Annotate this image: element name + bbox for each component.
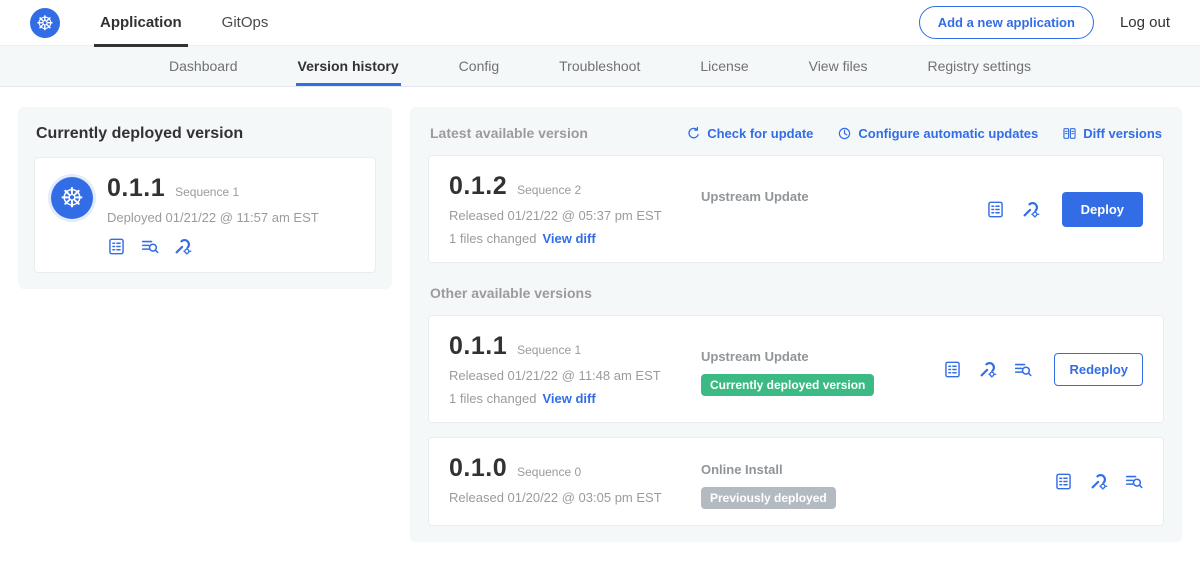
currently-deployed-badge: Currently deployed version <box>701 374 874 396</box>
deployed-version-card: ☸ 0.1.1 Sequence 1 Deployed 01/21/22 @ 1… <box>34 157 376 273</box>
deployed-sequence-label: Sequence 1 <box>175 185 239 199</box>
add-application-button[interactable]: Add a new application <box>919 6 1094 39</box>
configure-automatic-updates-label: Configure automatic updates <box>858 126 1038 141</box>
version-source-label: Upstream Update <box>701 349 941 364</box>
logs-icon[interactable] <box>1124 472 1143 491</box>
previously-deployed-badge: Previously deployed <box>701 487 836 509</box>
refresh-icon <box>686 126 701 141</box>
deployed-panel-title: Currently deployed version <box>36 125 374 143</box>
clock-icon <box>837 126 852 141</box>
version-history-panel: Latest available version Check for updat… <box>410 107 1182 542</box>
config-icon[interactable] <box>173 237 192 256</box>
diff-versions-link[interactable]: Diff versions <box>1062 126 1162 141</box>
files-changed-label: 1 files changed <box>449 231 536 246</box>
deployed-version-number: 0.1.1 <box>107 174 165 203</box>
files-changed-label: 1 files changed <box>449 391 536 406</box>
version-row-0.1.0: 0.1.0 Sequence 0 Released 01/20/22 @ 03:… <box>428 437 1164 526</box>
sequence-label: Sequence 2 <box>517 183 581 197</box>
subnav-item-config[interactable]: Config <box>457 46 501 86</box>
logs-icon[interactable] <box>140 237 159 256</box>
config-icon[interactable] <box>978 360 997 379</box>
version-row-0.1.1: 0.1.1 Sequence 1 Released 01/21/22 @ 11:… <box>428 315 1164 423</box>
kubernetes-logo-icon: ☸ <box>30 8 60 38</box>
view-diff-link[interactable]: View diff <box>542 391 595 406</box>
release-notes-icon[interactable] <box>986 200 1005 219</box>
tab-gitops[interactable]: GitOps <box>216 0 275 46</box>
config-icon[interactable] <box>1089 472 1108 491</box>
release-notes-icon[interactable] <box>1054 472 1073 491</box>
diff-versions-label: Diff versions <box>1083 126 1162 141</box>
subnav-item-dashboard[interactable]: Dashboard <box>167 46 240 86</box>
version-source-label: Upstream Update <box>701 189 941 204</box>
currently-deployed-panel: Currently deployed version ☸ 0.1.1 Seque… <box>18 107 392 289</box>
configure-automatic-updates-link[interactable]: Configure automatic updates <box>837 126 1038 141</box>
subnav: Dashboard Version history Config Trouble… <box>0 46 1200 87</box>
logs-icon[interactable] <box>1013 360 1032 379</box>
released-date: Released 01/21/22 @ 11:48 am EST <box>449 368 701 383</box>
main-content: Currently deployed version ☸ 0.1.1 Seque… <box>0 87 1200 562</box>
sequence-label: Sequence 1 <box>517 343 581 357</box>
version-number: 0.1.2 <box>449 172 507 201</box>
check-for-update-link[interactable]: Check for update <box>686 126 813 141</box>
other-versions-title: Other available versions <box>430 285 1162 301</box>
version-number: 0.1.0 <box>449 454 507 483</box>
topbar-right: Add a new application Log out <box>919 6 1170 39</box>
topbar: ☸ Application GitOps Add a new applicati… <box>0 0 1200 46</box>
sequence-label: Sequence 0 <box>517 465 581 479</box>
config-icon[interactable] <box>1021 200 1040 219</box>
latest-version-title: Latest available version <box>430 125 588 141</box>
logout-link[interactable]: Log out <box>1120 14 1170 31</box>
subnav-item-registry-settings[interactable]: Registry settings <box>926 46 1033 86</box>
redeploy-button[interactable]: Redeploy <box>1054 353 1143 386</box>
app-tabs: Application GitOps <box>94 0 302 46</box>
subnav-item-troubleshoot[interactable]: Troubleshoot <box>557 46 642 86</box>
app-logo-icon: ☸ <box>51 177 93 219</box>
tab-application[interactable]: Application <box>94 0 188 46</box>
subnav-item-view-files[interactable]: View files <box>807 46 870 86</box>
deploy-button[interactable]: Deploy <box>1062 192 1143 227</box>
released-date: Released 01/20/22 @ 03:05 pm EST <box>449 490 701 505</box>
version-source-label: Online Install <box>701 462 941 477</box>
release-notes-icon[interactable] <box>107 237 126 256</box>
release-notes-icon[interactable] <box>943 360 962 379</box>
version-row-0.1.2: 0.1.2 Sequence 2 Released 01/21/22 @ 05:… <box>428 155 1164 263</box>
version-number: 0.1.1 <box>449 332 507 361</box>
deployed-date: Deployed 01/21/22 @ 11:57 am EST <box>107 210 319 225</box>
diff-icon <box>1062 126 1077 141</box>
released-date: Released 01/21/22 @ 05:37 pm EST <box>449 208 701 223</box>
subnav-item-version-history[interactable]: Version history <box>296 46 401 86</box>
view-diff-link[interactable]: View diff <box>542 231 595 246</box>
check-for-update-label: Check for update <box>707 126 813 141</box>
subnav-item-license[interactable]: License <box>698 46 750 86</box>
